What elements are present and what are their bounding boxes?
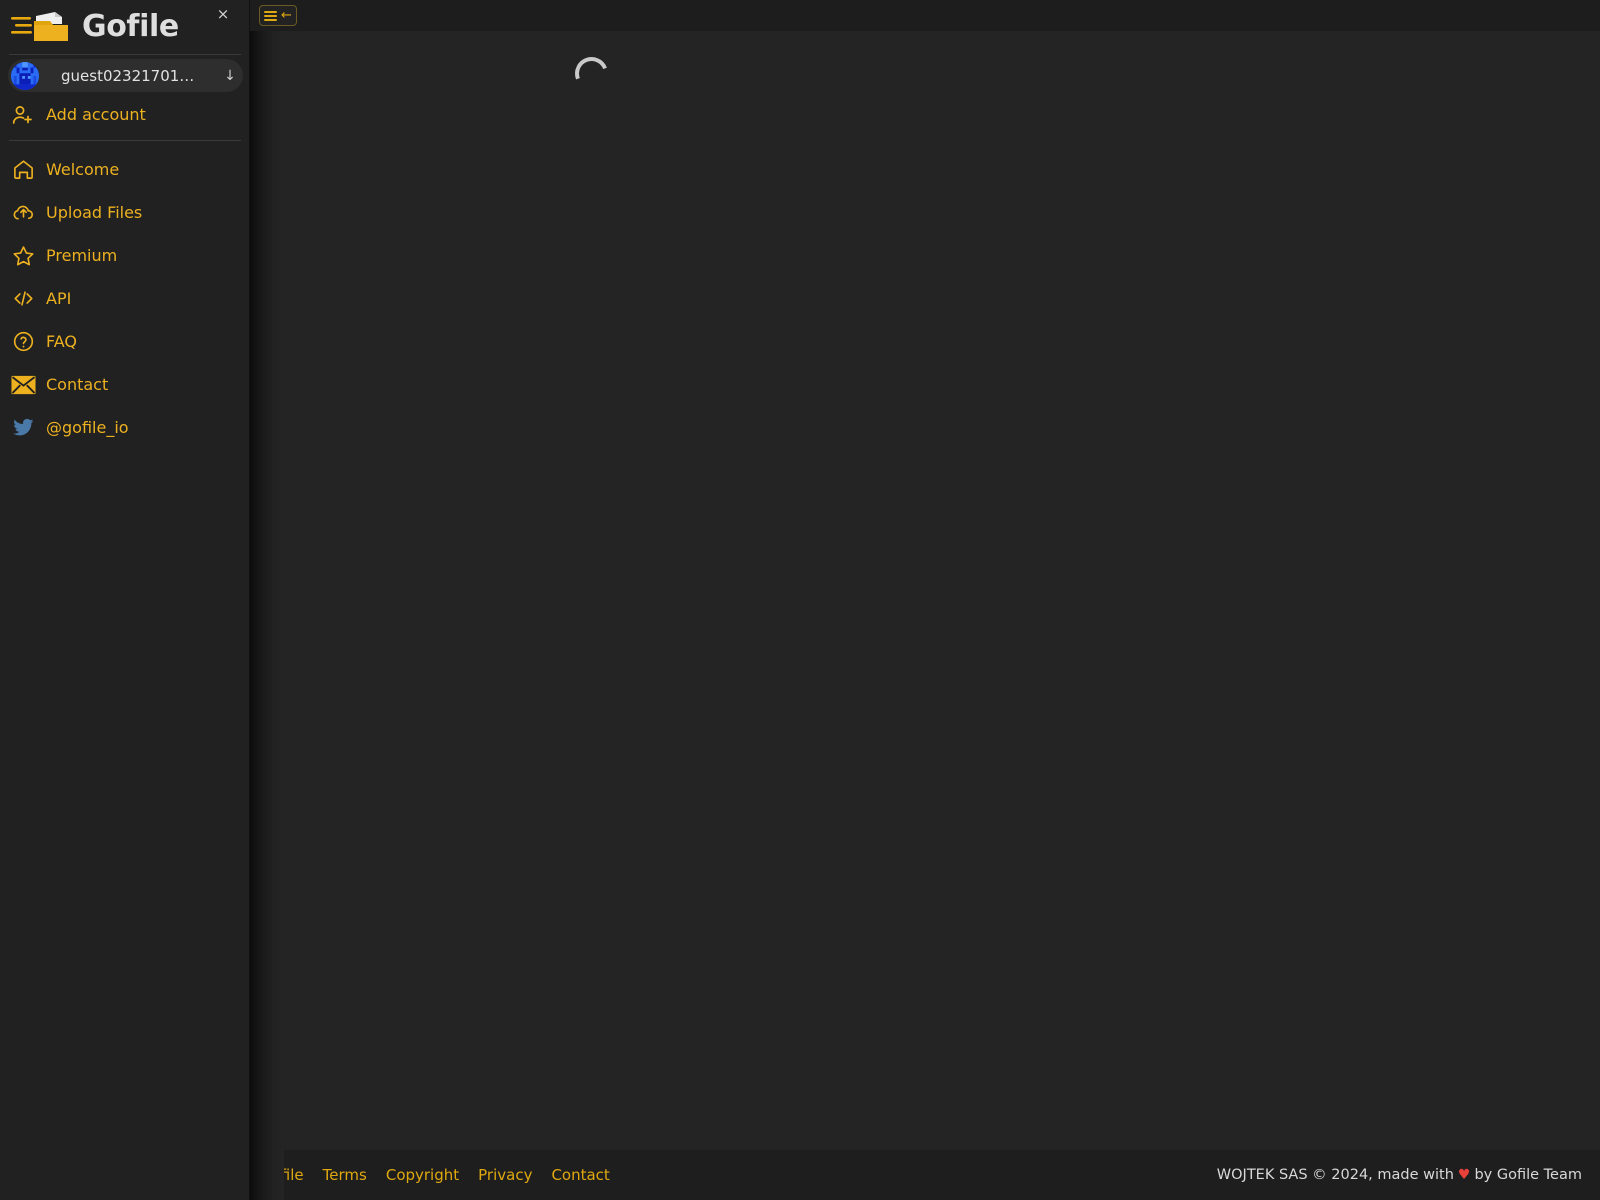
main-content: ← Gofile Terms Copyright Privacy Contact… [250,0,1600,1200]
close-icon[interactable]: × [214,5,232,23]
topbar: ← [250,0,1600,31]
sidebar-item-label: Welcome [46,159,120,179]
account-name: guest02321701… [61,66,195,85]
sidebar-item-api[interactable]: API [0,277,250,320]
add-account-button[interactable]: Add account [0,99,250,131]
page-title: Gofile [82,9,179,44]
footer-links: Gofile Terms Copyright Privacy Contact [260,1166,610,1184]
sidebar-edge [249,0,250,1200]
hamburger-icon [264,10,278,21]
question-circle-icon [0,330,46,353]
sidebar-item-upload-files[interactable]: Upload Files [0,191,250,234]
folder-speed-logo [10,7,72,47]
sidebar-toggle-button[interactable]: ← [259,5,297,26]
app-root: Gofile × guest02321701… ↓ Add account We… [0,0,1600,1200]
sidebar-item-twitter[interactable]: @gofile_io [0,406,250,449]
footer-link-privacy[interactable]: Privacy [478,1166,532,1184]
sidebar-item-label: Premium [46,245,118,265]
sidebar-item-label: @gofile_io [46,417,129,437]
footer-link-copyright[interactable]: Copyright [386,1166,459,1184]
copyright-suffix: by Gofile Team [1474,1167,1582,1183]
heart-icon: ♥ [1457,1167,1471,1183]
footer-copyright: WOJTEK SAS © 2024, made with ♥ by Gofile… [1217,1167,1582,1183]
content-area [250,31,1600,1150]
sidebar-item-contact[interactable]: Contact [0,363,250,406]
twitter-bird-icon [0,416,46,439]
sidebar-item-welcome[interactable]: Welcome [0,148,250,191]
brand-row: Gofile × [0,0,250,54]
footer: Gofile Terms Copyright Privacy Contact W… [250,1150,1600,1200]
arrow-down-icon[interactable]: ↓ [217,68,243,84]
cloud-upload-icon [0,201,46,224]
footer-link-contact[interactable]: Contact [551,1166,609,1184]
add-account-label: Add account [46,105,146,124]
sidebar-item-label: API [46,288,72,308]
sidebar-item-faq[interactable]: FAQ [0,320,250,363]
sidebar-item-label: Contact [46,374,109,394]
loading-spinner-icon [569,51,614,96]
sidebar-item-premium[interactable]: Premium [0,234,250,277]
identicon-avatar [11,61,39,90]
arrow-left-icon: ← [281,8,292,23]
envelope-icon [0,375,46,395]
code-brackets-icon [0,287,46,310]
home-icon [0,158,46,181]
sidebar-item-label: Upload Files [46,202,143,222]
sidebar-nav: Welcome Upload Files Premium API FAQ Con… [0,148,250,449]
sidebar-item-label: FAQ [46,331,77,351]
sidebar: Gofile × guest02321701… ↓ Add account We… [0,0,250,1200]
footer-link-gofile[interactable]: Gofile [260,1166,304,1184]
footer-link-terms[interactable]: Terms [323,1166,367,1184]
star-icon [0,244,46,267]
copyright-prefix: WOJTEK SAS © 2024, made with [1216,1167,1454,1183]
account-selector[interactable]: guest02321701… ↓ [8,59,243,92]
user-plus-icon [0,103,46,127]
sidebar-divider-top [9,54,241,55]
sidebar-divider-mid [9,140,241,141]
